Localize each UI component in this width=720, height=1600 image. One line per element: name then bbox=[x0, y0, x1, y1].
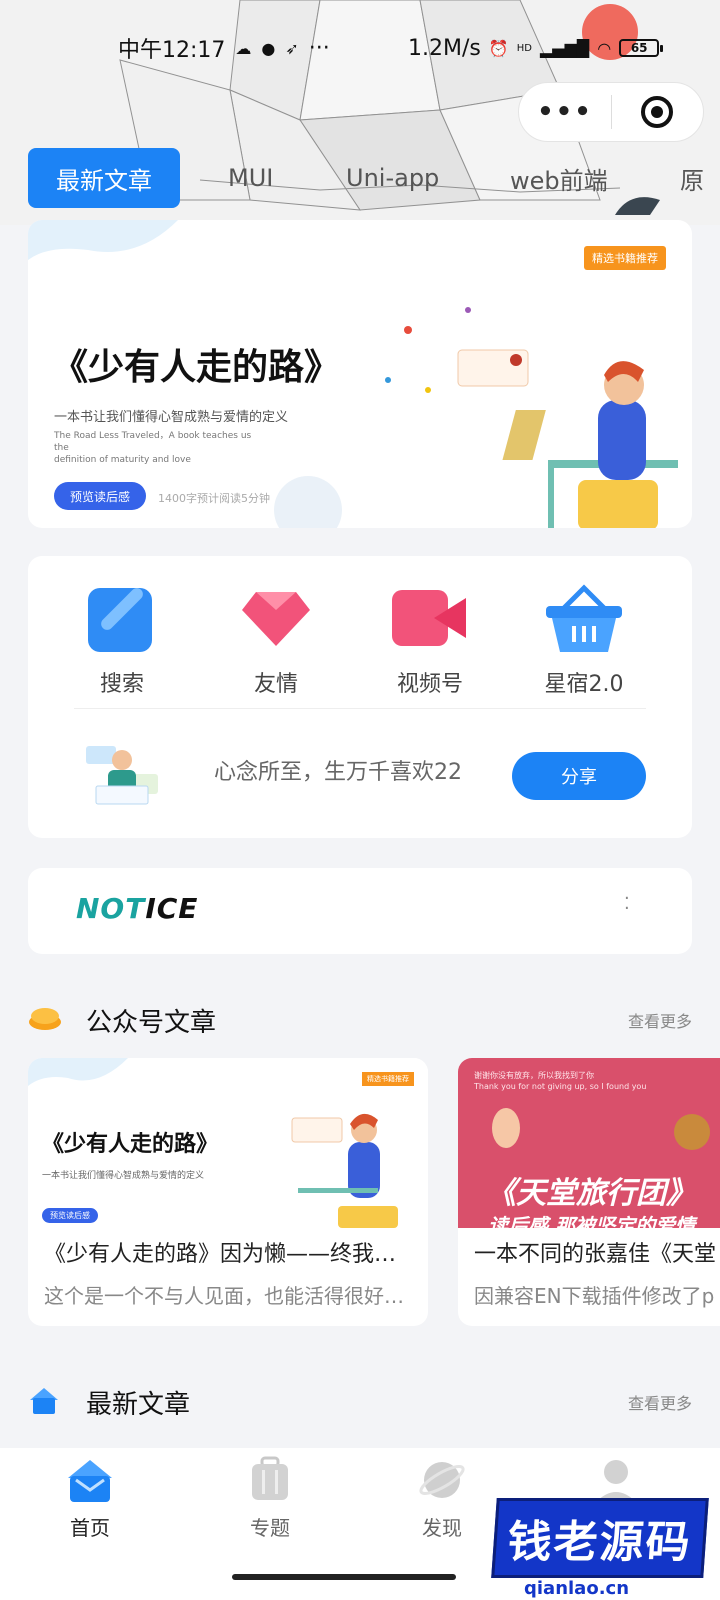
watermark-url: qianlao.cn bbox=[524, 1578, 630, 1599]
tabbar-topics[interactable]: 专题 bbox=[210, 1456, 330, 1541]
tab-uniapp[interactable]: Uni-app bbox=[346, 148, 439, 208]
layers-icon bbox=[29, 1008, 61, 1030]
section-gzh-more[interactable]: 查看更多 bbox=[628, 1008, 692, 1032]
feature-search-label: 搜索 bbox=[99, 672, 144, 697]
close-miniprogram-button[interactable] bbox=[612, 96, 703, 128]
article-desc: 这个是一个不与人见面，也能活得很好… bbox=[44, 1284, 404, 1308]
battery-level: 65 bbox=[630, 41, 648, 55]
tab-mui[interactable]: MUI bbox=[228, 148, 273, 208]
feature-xingxiu-label: 星宿2.0 bbox=[544, 672, 624, 697]
tab-web[interactable]: web前端 bbox=[510, 148, 608, 208]
tabbar-home[interactable]: 首页 bbox=[30, 1456, 150, 1541]
thumb-button: 预览读后感 bbox=[42, 1208, 98, 1223]
section-gzh-title: 公众号文章 bbox=[86, 1008, 217, 1038]
banner-carousel[interactable]: 精选书籍推荐 《少有人走的路》 一本书让我们懂得心智成熟与爱情的定义 The R… bbox=[28, 220, 692, 528]
feature-xingxiu[interactable]: 星宿2.0 bbox=[524, 584, 644, 698]
banner-subtitle: 一本书让我们懂得心智成熟与爱情的定义 bbox=[54, 410, 289, 425]
thumb-title: 《天堂旅行团》 bbox=[486, 1176, 696, 1211]
status-more: ··· bbox=[308, 35, 330, 61]
article-card[interactable]: 谢谢你没有放弃，所以我找到了你 Thank you for not giving… bbox=[458, 1058, 720, 1326]
notice-bar[interactable]: NOTICE · · bbox=[28, 868, 692, 954]
section-latest-title: 最新文章 bbox=[86, 1390, 191, 1420]
feature-video-label: 视频号 bbox=[396, 672, 463, 697]
share-row: 心念所至，生万千喜欢22 分享 bbox=[28, 716, 692, 826]
reading-person-illustration bbox=[385, 307, 678, 528]
article-desc: 因兼容EN下载插件修改了p bbox=[474, 1284, 715, 1308]
more-menu-button[interactable]: ••• bbox=[519, 97, 611, 127]
section-latest-header: 最新文章 查看更多 bbox=[28, 1378, 692, 1422]
luggage-icon bbox=[246, 1456, 294, 1504]
tabbar-topics-label: 专题 bbox=[250, 1516, 290, 1540]
tabbar-discover[interactable]: 发现 bbox=[382, 1456, 502, 1541]
section-gzh-header: 公众号文章 查看更多 bbox=[28, 996, 692, 1040]
thumb-subtitle-2: 读后感 那被坚定的爱情 bbox=[488, 1214, 695, 1228]
battery-icon: 65 bbox=[619, 39, 664, 57]
banner-badge: 精选书籍推荐 bbox=[584, 246, 666, 270]
article-thumbnail: 谢谢你没有放弃，所以我找到了你 Thank you for not giving… bbox=[458, 1058, 720, 1228]
target-icon bbox=[641, 96, 674, 128]
share-illustration bbox=[86, 746, 158, 805]
header: 中午12:17 ☁ ● ➶ ··· 1.2M/s ⏰ HD ▂▄▆█ ◠ 65 … bbox=[0, 0, 720, 225]
thumb-subtitle: 一本书让我们懂得心智成熟与爱情的定义 bbox=[42, 1171, 205, 1181]
article-card[interactable]: 精选书籍推荐 《少有人走的路》 一本书让我们懂得心智成熟与爱情的定义 预览读后感… bbox=[28, 1058, 428, 1326]
feature-divider bbox=[74, 708, 646, 709]
home-icon bbox=[66, 1456, 114, 1504]
video-icon bbox=[392, 584, 466, 652]
thumb-badge: 精选书籍推荐 bbox=[362, 1072, 414, 1086]
alarm-icon: ⏰ bbox=[488, 38, 509, 58]
tab-more[interactable]: 原 bbox=[680, 148, 704, 208]
basket-icon bbox=[546, 584, 622, 652]
category-tabs: 最新文章 MUI Uni-app web前端 原 bbox=[0, 148, 720, 208]
thumb-title: 《少有人走的路》 bbox=[42, 1132, 219, 1157]
feature-card: 搜索 友情 视频号 星宿2.0 心念所至，生万千喜欢22 分享 bbox=[28, 556, 692, 838]
feature-video[interactable]: 视频号 bbox=[370, 584, 490, 698]
notice-scroll-dots: · · bbox=[624, 888, 630, 919]
hd-signal-label: HD bbox=[516, 42, 532, 54]
network-speed: 1.2M/s bbox=[408, 35, 481, 61]
diamond-icon bbox=[242, 584, 310, 652]
wifi-icon: ◠ bbox=[597, 38, 612, 58]
status-time: 中午12:17 bbox=[118, 38, 226, 63]
tabbar-home-label: 首页 bbox=[70, 1516, 110, 1540]
user-icon bbox=[592, 1456, 640, 1504]
miniprogram-capsule: ••• bbox=[518, 82, 704, 142]
home-indicator bbox=[232, 1574, 456, 1580]
share-button[interactable]: 分享 bbox=[512, 752, 646, 800]
status-bar: 中午12:17 ☁ ● ➶ ··· 1.2M/s ⏰ HD ▂▄▆█ ◠ 65 bbox=[0, 28, 720, 68]
bird-icon: ➶ bbox=[285, 38, 299, 58]
feature-friends[interactable]: 友情 bbox=[216, 584, 336, 698]
share-text: 心念所至，生万千喜欢22 bbox=[214, 760, 462, 785]
tabbar-discover-label: 发现 bbox=[422, 1516, 462, 1540]
cloud-icon: ☁ bbox=[235, 38, 252, 58]
banner-subtitle-en: The Road Less Traveled，A book teaches us… bbox=[54, 431, 252, 465]
house-icon bbox=[30, 1388, 58, 1414]
edit-icon bbox=[88, 584, 156, 652]
notice-logo: NOTICE bbox=[76, 892, 199, 925]
article-thumbnail: 精选书籍推荐 《少有人走的路》 一本书让我们懂得心智成熟与爱情的定义 预览读后感 bbox=[28, 1058, 428, 1228]
signal-icon: ▂▄▆█ bbox=[540, 38, 590, 58]
banner-title: 《少有人走的路》 bbox=[52, 347, 341, 388]
circle-icon: ● bbox=[261, 38, 276, 58]
article-title: 《少有人走的路》因为懒——终我… bbox=[44, 1242, 397, 1267]
preview-button[interactable]: 预览读后感 bbox=[54, 482, 147, 510]
section-latest-more[interactable]: 查看更多 bbox=[628, 1390, 692, 1414]
article-title: 一本不同的张嘉佳《天堂 bbox=[474, 1242, 717, 1267]
planet-icon bbox=[418, 1456, 466, 1504]
read-info: 1400字预计阅读5分钟 bbox=[158, 492, 270, 505]
feature-search[interactable]: 搜索 bbox=[62, 584, 182, 698]
tab-latest[interactable]: 最新文章 bbox=[28, 148, 180, 208]
watermark-logo: 钱老源码 bbox=[491, 1498, 709, 1578]
feature-friends-label: 友情 bbox=[253, 672, 298, 697]
